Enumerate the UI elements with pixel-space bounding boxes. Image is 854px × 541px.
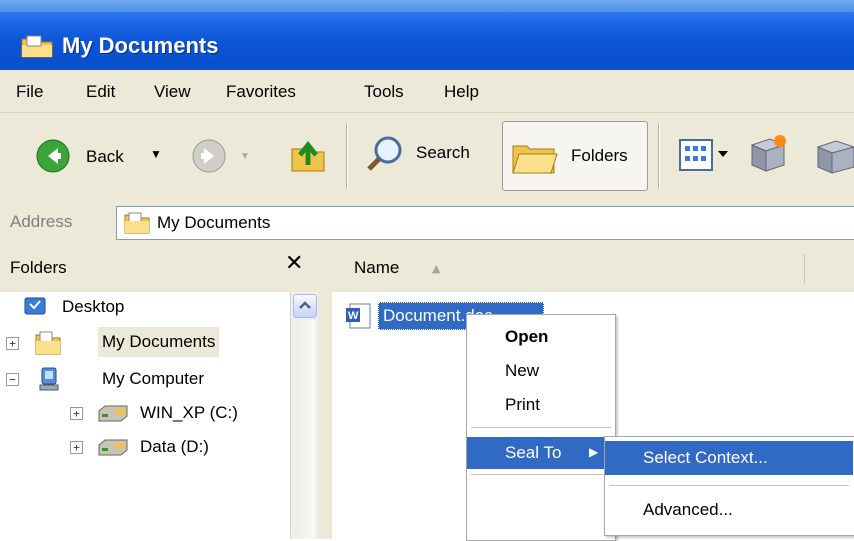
title-bar[interactable]: My Documents (0, 0, 854, 70)
menu-tools[interactable]: Tools (364, 82, 404, 102)
views-icon[interactable] (678, 137, 734, 173)
expand-icon[interactable]: + (70, 407, 83, 420)
menu-bar: File Edit View Favorites Tools Help (0, 70, 854, 113)
column-header-name[interactable]: Name (354, 258, 399, 278)
menu-favorites[interactable]: Favorites (226, 82, 296, 102)
window-title: My Documents (62, 33, 219, 58)
menu-separator (609, 485, 849, 486)
tree-item-label: WIN_XP (C:) (140, 403, 238, 422)
search-label: Search (416, 143, 470, 162)
folder-icon (21, 35, 53, 58)
tree-item-desktop[interactable]: Desktop (0, 292, 290, 322)
folders-button[interactable]: Folders (502, 121, 648, 191)
folder-icon (35, 331, 61, 355)
svg-text:W: W (348, 310, 359, 322)
back-button[interactable]: Back ▼ (28, 133, 170, 177)
title-bar-highlight (0, 0, 854, 12)
menu-view[interactable]: View (154, 82, 191, 102)
forward-dropdown-icon[interactable]: ▼ (240, 151, 250, 162)
scroll-track[interactable] (293, 320, 315, 539)
menu-separator (471, 427, 611, 428)
tree-item-my-computer[interactable]: − My Computer (0, 364, 290, 394)
address-label: Address (10, 212, 73, 231)
menu-item-label: Advanced... (643, 500, 733, 519)
folders-pane-header: Folders ✕ (0, 246, 318, 292)
collapse-icon[interactable]: − (6, 373, 19, 386)
tree-item-my-documents[interactable]: + My Documents (0, 327, 290, 358)
forward-arrow-icon (192, 139, 226, 173)
tree-item-label: My Computer (102, 369, 205, 388)
context-menu-print[interactable]: Print (467, 389, 615, 421)
tree-scrollbar[interactable] (290, 292, 319, 539)
word-document-icon: W (346, 303, 371, 329)
computer-icon (39, 367, 59, 391)
folders-label: Folders (571, 146, 628, 165)
address-input[interactable]: My Documents (116, 206, 854, 240)
back-dropdown-icon[interactable]: ▼ (150, 147, 162, 161)
column-divider[interactable] (804, 254, 805, 284)
context-menu: Open New Print Seal To ▶ (466, 314, 616, 541)
toolbar-separator (346, 123, 348, 189)
up-folder-icon[interactable] (288, 135, 328, 175)
menu-item-label: New (505, 361, 540, 380)
menu-item-label: Select Context... (643, 448, 768, 467)
context-menu-new[interactable]: New (467, 355, 615, 387)
menu-edit[interactable]: Edit (86, 82, 115, 102)
close-icon[interactable]: ✕ (285, 251, 303, 276)
properties-icon[interactable] (812, 133, 854, 177)
submenu-select-context[interactable]: Select Context... (605, 441, 853, 475)
context-menu-seal-to[interactable]: Seal To ▶ (467, 437, 615, 469)
address-bar: Address My Documents (0, 200, 854, 247)
seal-to-submenu: Select Context... Advanced... (604, 436, 854, 536)
folders-pane-title: Folders (10, 258, 67, 277)
desktop-icon (24, 297, 46, 315)
back-arrow-icon (36, 139, 70, 173)
submenu-arrow-icon: ▶ (589, 445, 599, 459)
tree-item-drive-d[interactable]: + Data (D:) (0, 432, 290, 462)
search-button[interactable]: Search (360, 129, 488, 179)
file-list-header: Name ▲ (332, 246, 854, 293)
expand-icon[interactable]: + (6, 337, 19, 350)
menu-item-label: Print (505, 395, 540, 414)
search-icon (367, 136, 402, 171)
folder-icon (124, 212, 150, 234)
menu-help[interactable]: Help (444, 82, 479, 102)
menu-file[interactable]: File (16, 82, 43, 102)
tree-item-label: Data (D:) (140, 437, 209, 456)
menu-separator (471, 474, 611, 475)
tree-item-label: Desktop (62, 297, 125, 316)
address-value: My Documents (157, 213, 271, 232)
folder-tree: Desktop + My Documents − My Computer + W… (0, 292, 290, 539)
drive-icon (98, 405, 128, 422)
drive-icon (98, 439, 128, 456)
toolbar-separator (658, 123, 660, 189)
menu-item-label: Open (505, 327, 549, 346)
tree-item-label: My Documents (98, 327, 220, 357)
tree-item-drive-c[interactable]: + WIN_XP (C:) (0, 398, 290, 428)
forward-button[interactable]: ▼ (188, 133, 264, 177)
toolbar: Back ▼ ▼ Search Folders (0, 112, 854, 202)
folders-icon (512, 145, 558, 174)
menu-item-label: Seal To (505, 443, 562, 462)
chevron-up-icon (299, 301, 311, 309)
sort-ascending-icon: ▲ (432, 262, 441, 275)
new-item-icon[interactable] (746, 131, 790, 175)
back-label: Back (86, 147, 124, 166)
context-menu-open[interactable]: Open (467, 321, 615, 353)
expand-icon[interactable]: + (70, 441, 83, 454)
scroll-up-button[interactable] (293, 294, 317, 318)
submenu-advanced[interactable]: Advanced... (605, 493, 853, 527)
pane-splitter[interactable] (318, 246, 332, 539)
